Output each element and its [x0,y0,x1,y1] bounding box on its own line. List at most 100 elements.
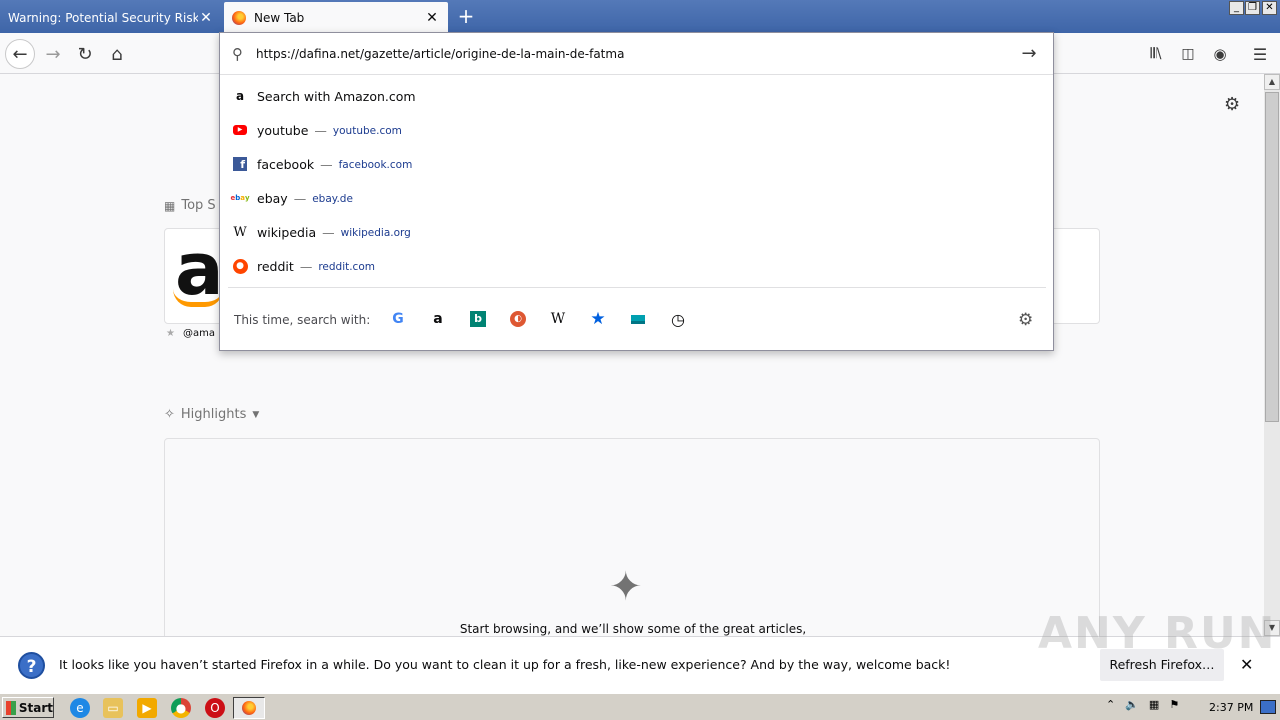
amazon-icon[interactable]: a [426,307,450,331]
go-arrow-icon[interactable]: → [1017,43,1041,64]
top-site-label: @ama [182,328,215,339]
google-icon[interactable]: G [386,307,410,331]
tray-expand-icon[interactable]: ⌃ [1106,698,1115,711]
reload-button[interactable]: ↻ [70,39,100,69]
duckduckgo-icon[interactable]: ◐ [506,307,530,331]
account-icon: ◉ [1213,45,1227,63]
clock[interactable]: 2:37 PM [1209,701,1253,714]
media-player-icon[interactable]: ▶ [137,698,157,718]
suggestion-separator: — [314,122,327,138]
ebay-icon: ebay [230,194,250,202]
suggestion-item[interactable]: a Search with Amazon.com [232,79,416,113]
volume-icon[interactable]: 🔈 [1125,698,1139,711]
suggestion-separator: — [293,190,307,206]
sidebar-icon: ◫ [1181,46,1195,62]
close-window-button[interactable]: ✕ [1262,1,1277,15]
start-button[interactable]: Start [2,697,54,718]
suggestion-url: reddit.com [318,261,375,273]
firefox-icon [242,701,256,715]
home-button[interactable]: ⌂ [102,39,132,69]
suggestion-title: reddit [257,258,294,274]
scroll-thumb[interactable] [1265,92,1279,422]
menu-button[interactable]: ☰ [1245,39,1275,69]
account-button[interactable]: ◉ [1205,39,1235,69]
close-tab-icon[interactable]: ✕ [424,10,440,26]
wikipedia-icon: W [233,224,247,240]
tab-security-warning[interactable]: Warning: Potential Security Risk Ahead ✕ [0,2,222,33]
chrome-icon[interactable]: ● [171,698,191,718]
suggestion-url: youtube.com [332,125,402,137]
action-center-flag-icon[interactable]: ⚑ [1169,698,1179,711]
chevron-down-icon: ▼ [252,409,260,420]
suggestion-url: facebook.com [338,159,413,171]
suggestion-item[interactable]: W wikipedia — wikipedia.org [232,215,411,249]
search-icon: ⚲ [232,44,243,63]
top-sites-placeholder [1052,228,1100,324]
arrow-left-icon: ← [12,43,28,65]
library-icon: 𝄃𝄃\ [1150,46,1162,62]
suggestion-separator: — [299,258,313,274]
highlights-heading[interactable]: ✧ Highlights ▼ [164,407,259,422]
suggestion-separator: — [322,224,335,240]
sparkle-icon: ✦ [609,564,643,610]
top-site-amazon[interactable]: a [164,228,224,324]
highlights-empty-state: ✦ Start browsing, and we’ll show some of… [164,438,1100,636]
arrow-right-icon: → [45,43,61,65]
urlbar[interactable]: ⚲ → [220,33,1053,75]
top-sites-heading: ▦ Top S [164,198,216,213]
suggestion-url: ebay.de [312,193,353,205]
reload-icon: ↻ [77,43,93,65]
suggestion-title: facebook [257,156,315,172]
tab-label: Warning: Potential Security Risk Ahead [8,10,198,25]
suggestion-separator: — [320,156,333,172]
history-icon[interactable]: ◷ [666,307,690,331]
tab-label: New Tab [254,10,305,25]
suggestion-item[interactable]: ▶ youtube — youtube.com [232,113,402,147]
pin-icon: ★ [166,328,175,339]
taskbar: Start e ▭ ▶ ● O ⌃ 🔈 ▦ ⚑ 2:37 PM [0,693,1280,720]
reddit-icon: ● [232,258,248,274]
urlbar-popup: ⚲ → a Search with Amazon.com ▶ youtube —… [219,32,1054,351]
anyrun-watermark: ANY RUN [1038,608,1277,659]
suggestion-item[interactable]: ● reddit — reddit.com [232,249,375,283]
explorer-icon[interactable]: ▭ [103,698,123,718]
youtube-icon: ▶ [232,122,248,138]
scroll-up-icon[interactable]: ▲ [1264,74,1280,90]
restore-button[interactable]: ❐ [1245,1,1260,15]
grid-icon: ▦ [164,198,176,213]
sidebar-button[interactable]: ◫ [1173,39,1203,69]
new-tab-button[interactable]: + [456,5,476,27]
bookmarks-icon[interactable]: ★ [586,307,610,331]
back-button[interactable]: ← [5,39,35,69]
forward-button[interactable]: → [38,39,68,69]
firefox-icon [232,10,246,25]
top-site-label-row: ★ @ama [166,328,215,339]
notification-message: It looks like you haven’t started Firefo… [59,657,951,672]
suggestion-title: wikipedia [257,224,317,240]
facebook-icon: f [232,156,248,172]
library-button[interactable]: 𝄃𝄃\ [1141,39,1171,69]
gear-icon[interactable]: ⚙ [1224,94,1240,115]
suggestion-item[interactable]: ebay ebay — ebay.de [230,181,353,215]
top-sites-title: Top S [181,198,216,213]
firefox-taskbar-button[interactable] [233,697,265,719]
tab-new-tab[interactable]: New Tab ✕ [224,2,448,33]
suggestion-item[interactable]: f facebook — facebook.com [232,147,412,181]
minimize-button[interactable]: _ [1229,1,1244,15]
opera-icon[interactable]: O [205,698,225,718]
suggestion-url: wikipedia.org [340,227,411,239]
sparkle-icon: ✧ [164,407,175,422]
ie-icon[interactable]: e [70,698,90,718]
url-input[interactable] [256,46,1017,61]
system-tray: ⌃ 🔈 ▦ ⚑ [1106,698,1179,711]
close-tab-icon[interactable]: ✕ [198,10,214,26]
show-desktop-button[interactable] [1260,700,1276,714]
home-icon: ⌂ [111,43,123,65]
bing-icon[interactable]: b [466,307,490,331]
wikipedia-icon[interactable]: W [546,307,570,331]
tabs-icon[interactable] [626,307,650,331]
one-off-label: This time, search with: [234,313,371,327]
page-scrollbar[interactable]: ▲ ▼ [1264,74,1280,636]
search-settings-gear-icon[interactable]: ⚙ [1018,310,1033,330]
network-icon[interactable]: ▦ [1149,698,1159,711]
